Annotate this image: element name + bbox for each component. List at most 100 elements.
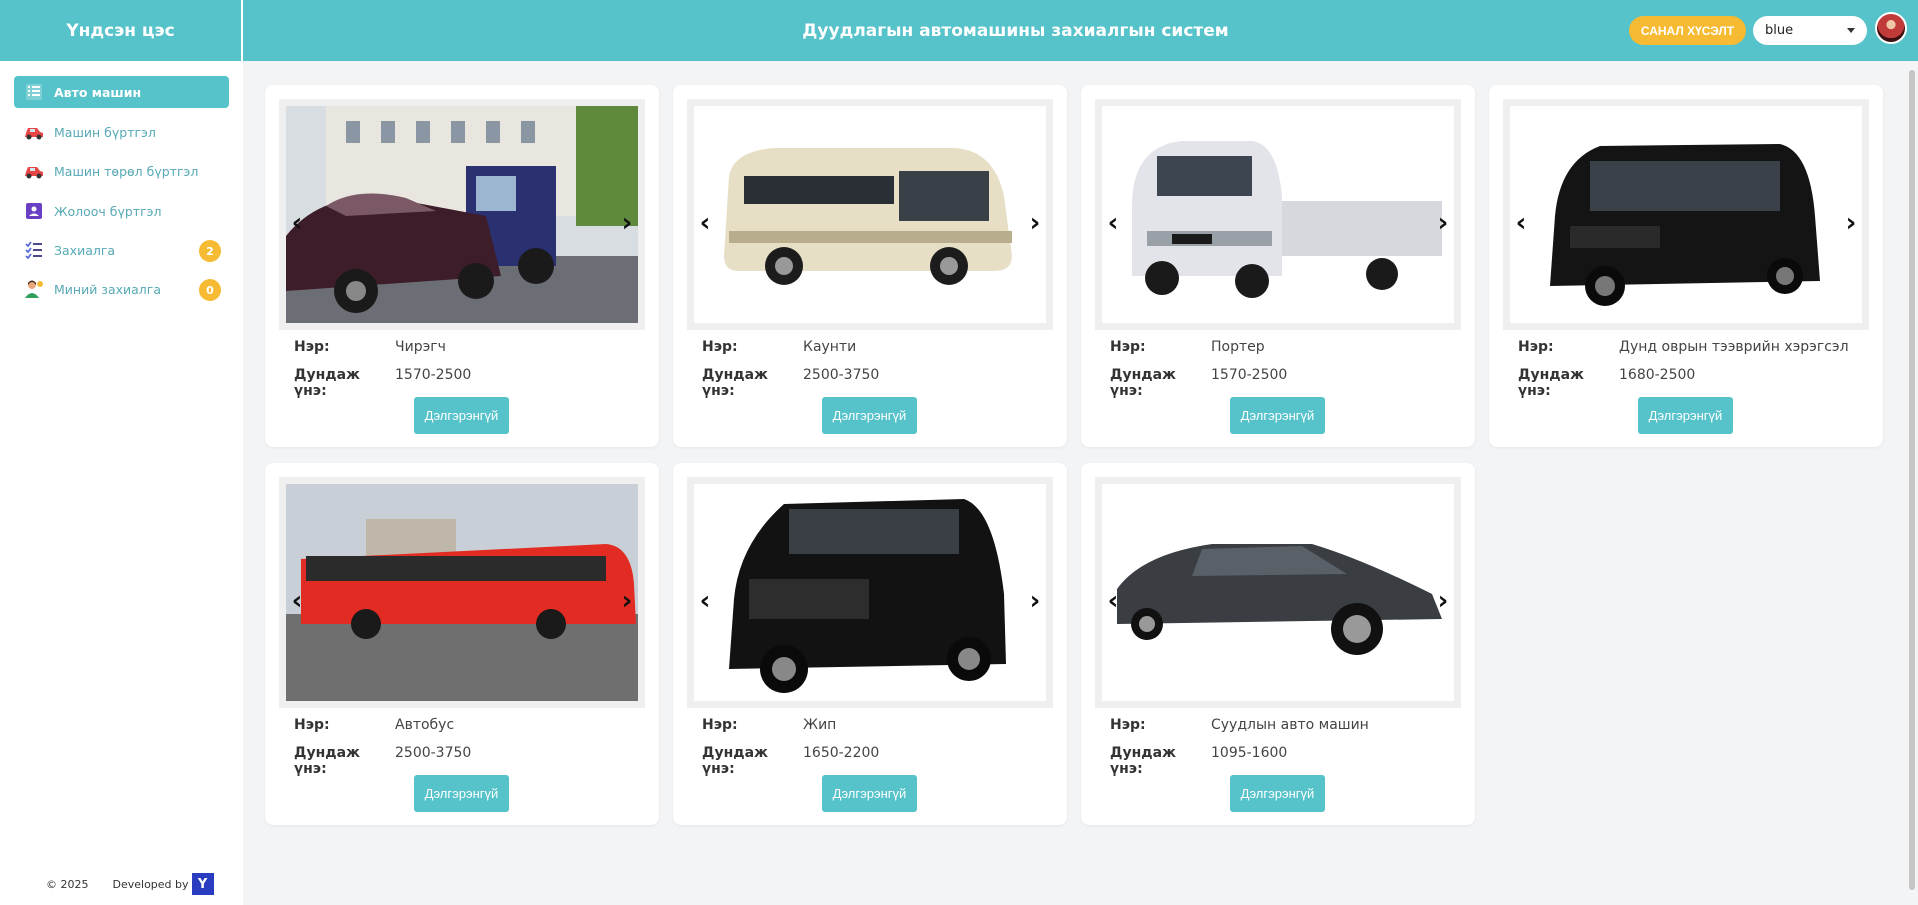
- developer-logo[interactable]: Y: [191, 873, 214, 895]
- carousel-prev-icon[interactable]: ‹: [1101, 210, 1125, 236]
- main-menu-title[interactable]: Үндсэн цэс: [0, 0, 243, 61]
- car-price: 2500-3750: [803, 367, 880, 383]
- carousel-prev-icon[interactable]: ‹: [1509, 210, 1533, 236]
- car-photo: [286, 106, 638, 323]
- price-label: Дундаж үнэ:: [1518, 367, 1584, 399]
- name-label: Нэр:: [702, 717, 738, 733]
- sidebar-item-label: Авто машин: [54, 84, 142, 100]
- carousel-prev-icon[interactable]: ‹: [1101, 588, 1125, 614]
- sidebar-item-label: Машин төрөл бүртгэл: [54, 163, 199, 179]
- checklist-icon: [24, 240, 44, 260]
- car-name: Каунти: [803, 339, 857, 355]
- car-price-row: Дундаж үнэ: 1095-1600: [1110, 745, 1287, 777]
- car-image-carousel: ‹ ›: [1095, 477, 1461, 708]
- list-icon: [24, 82, 44, 102]
- car-name-row: Нэр: Каунти: [702, 339, 856, 355]
- name-label: Нэр:: [1110, 339, 1146, 355]
- sidebar-footer: © 2025 Developed by Y: [46, 873, 214, 895]
- carousel-prev-icon[interactable]: ‹: [285, 210, 309, 236]
- price-label: Дундаж үнэ:: [294, 745, 360, 777]
- chevron-down-icon: [1847, 28, 1855, 33]
- theme-select-value: blue: [1765, 23, 1794, 38]
- car-name: Автобус: [395, 717, 455, 733]
- sidebar-item-driver-register[interactable]: Жолооч бүртгэл: [14, 195, 229, 227]
- car-price-row: Дундаж үнэ: 1680-2500: [1518, 367, 1695, 399]
- sidebar-item-my-orders[interactable]: Миний захиалга 0: [14, 273, 229, 305]
- theme-select[interactable]: blue: [1753, 16, 1867, 45]
- carousel-next-icon[interactable]: ›: [615, 210, 639, 236]
- car-price: 1680-2500: [1619, 367, 1696, 383]
- name-label: Нэр:: [702, 339, 738, 355]
- sidebar-item-label: Миний захиалга: [54, 281, 162, 297]
- car-image-carousel: ‹ ›: [279, 477, 645, 708]
- car-icon: [24, 161, 44, 181]
- car-name-row: Нэр: Суудлын авто машин: [1110, 717, 1369, 733]
- car-name-row: Нэр: Дунд оврын тээврийн хэрэгсэл: [1518, 339, 1849, 355]
- carousel-prev-icon[interactable]: ‹: [285, 588, 309, 614]
- copyright-text: © 2025: [46, 877, 89, 891]
- price-label: Дундаж үнэ:: [1110, 367, 1176, 399]
- carousel-prev-icon[interactable]: ‹: [693, 588, 717, 614]
- feedback-button[interactable]: САНАЛ ХҮСЭЛТ: [1629, 16, 1746, 45]
- carousel-prev-icon[interactable]: ‹: [693, 210, 717, 236]
- driver-icon: [24, 201, 44, 221]
- car-photo: [1102, 106, 1454, 323]
- sidebar-item-label: Машин бүртгэл: [54, 124, 156, 140]
- price-label: Дундаж үнэ:: [1110, 745, 1176, 777]
- car-price: 1570-2500: [1211, 367, 1288, 383]
- scrollbar-thumb[interactable]: [1909, 70, 1915, 890]
- name-label: Нэр:: [1110, 717, 1146, 733]
- car-card: ‹ › Нэр: Чирэгч Дундаж үнэ: 1570-2500 Дэ…: [265, 85, 659, 447]
- car-photo: [694, 484, 1046, 701]
- name-label: Нэр:: [1518, 339, 1554, 355]
- sidebar-item-car-register[interactable]: Машин бүртгэл: [14, 116, 229, 148]
- car-image-carousel: ‹ ›: [687, 477, 1053, 708]
- details-button[interactable]: Дэлгэрэнгүй: [1230, 775, 1325, 812]
- car-price: 1570-2500: [395, 367, 472, 383]
- car-card: ‹ › Нэр: Дунд оврын тээврийн хэрэгсэл Ду…: [1489, 85, 1883, 447]
- carousel-next-icon[interactable]: ›: [1431, 588, 1455, 614]
- car-price-row: Дундаж үнэ: 1650-2200: [702, 745, 879, 777]
- car-name: Чирэгч: [395, 339, 446, 355]
- car-name-row: Нэр: Автобус: [294, 717, 454, 733]
- person-icon: [24, 279, 44, 299]
- car-image-carousel: ‹ ›: [1095, 99, 1461, 330]
- name-label: Нэр:: [294, 717, 330, 733]
- car-price-row: Дундаж үнэ: 2500-3750: [294, 745, 471, 777]
- car-image-carousel: ‹ ›: [1503, 99, 1869, 330]
- car-icon: [24, 122, 44, 142]
- car-photo: [694, 106, 1046, 323]
- details-button[interactable]: Дэлгэрэнгүй: [1230, 397, 1325, 434]
- details-button[interactable]: Дэлгэрэнгүй: [414, 775, 509, 812]
- details-button[interactable]: Дэлгэрэнгүй: [822, 775, 917, 812]
- sidebar-item-label: Захиалга: [54, 242, 116, 258]
- top-header: Үндсэн цэс Дуудлагын автомашины захиалгы…: [0, 0, 1918, 61]
- carousel-next-icon[interactable]: ›: [1839, 210, 1863, 236]
- price-label: Дундаж үнэ:: [294, 367, 360, 399]
- carousel-next-icon[interactable]: ›: [615, 588, 639, 614]
- car-name-row: Нэр: Портер: [1110, 339, 1265, 355]
- car-card: ‹ › Нэр: Автобус Дундаж үнэ: 2500-3750 Д…: [265, 463, 659, 825]
- user-avatar[interactable]: [1875, 12, 1907, 44]
- car-price: 2500-3750: [395, 745, 472, 761]
- car-price-row: Дундаж үнэ: 1570-2500: [294, 367, 471, 399]
- carousel-next-icon[interactable]: ›: [1023, 588, 1047, 614]
- page-scrollbar[interactable]: [1906, 61, 1918, 905]
- car-card: ‹ › Нэр: Каунти Дундаж үнэ: 2500-3750 Дэ…: [673, 85, 1067, 447]
- car-price-row: Дундаж үнэ: 1570-2500: [1110, 367, 1287, 399]
- orders-count-badge: 2: [199, 240, 221, 262]
- price-label: Дундаж үнэ:: [702, 745, 768, 777]
- carousel-next-icon[interactable]: ›: [1023, 210, 1047, 236]
- carousel-next-icon[interactable]: ›: [1431, 210, 1455, 236]
- details-button[interactable]: Дэлгэрэнгүй: [822, 397, 917, 434]
- car-name: Жип: [803, 717, 837, 733]
- car-price: 1095-1600: [1211, 745, 1288, 761]
- car-price: 1650-2200: [803, 745, 880, 761]
- sidebar-item-orders[interactable]: Захиалга 2: [14, 234, 229, 266]
- car-photo: [1510, 106, 1862, 323]
- sidebar-item-cars[interactable]: Авто машин: [14, 76, 229, 108]
- sidebar-item-car-type-register[interactable]: Машин төрөл бүртгэл: [14, 155, 229, 187]
- details-button[interactable]: Дэлгэрэнгүй: [1638, 397, 1733, 434]
- details-button[interactable]: Дэлгэрэнгүй: [414, 397, 509, 434]
- price-label: Дундаж үнэ:: [702, 367, 768, 399]
